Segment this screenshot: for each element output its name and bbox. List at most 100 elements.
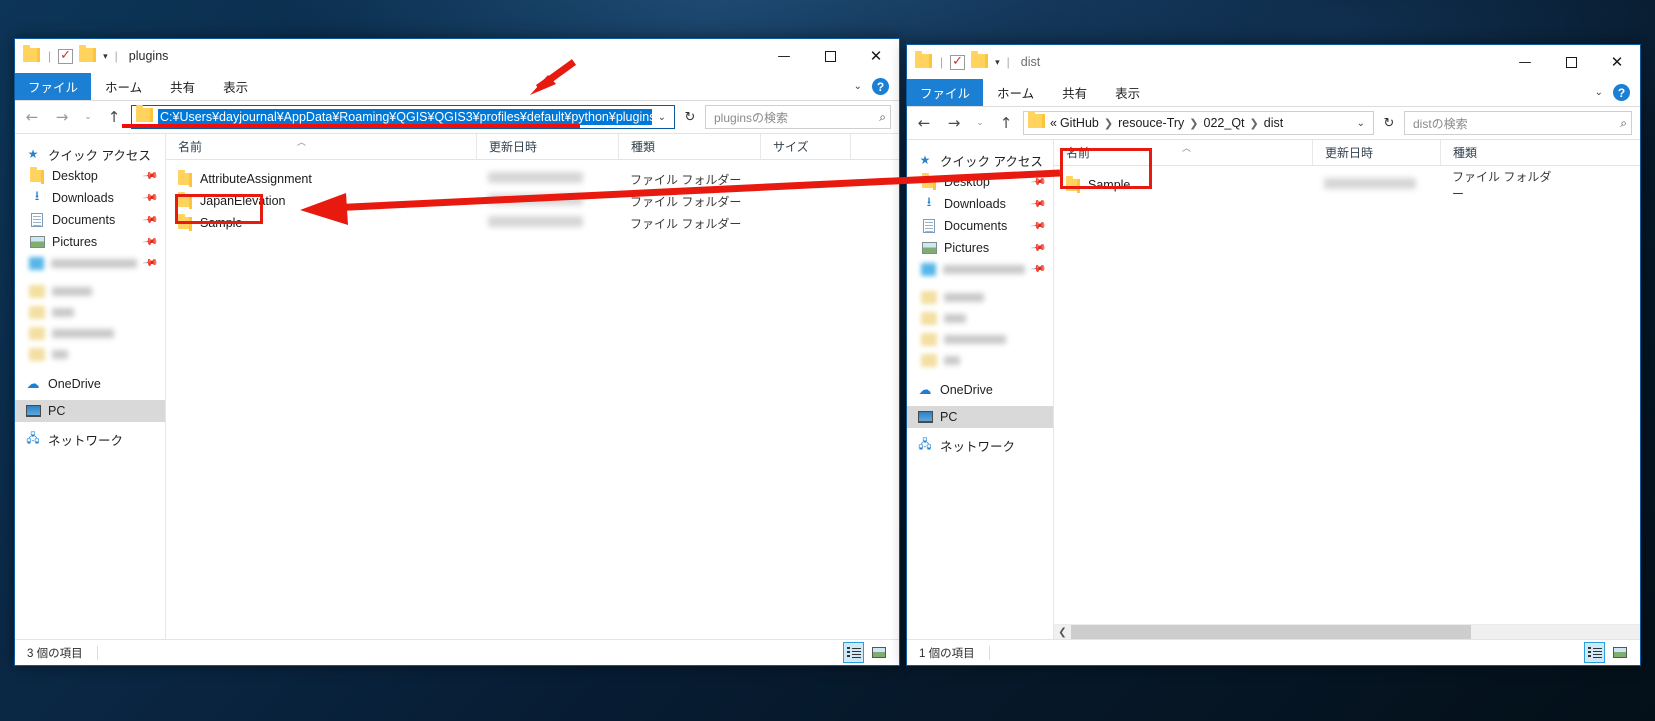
maximize-button-right[interactable] [1548, 45, 1594, 79]
close-button-right[interactable]: ✕ [1594, 45, 1640, 79]
navigation-pane-right[interactable]: ★ クイック アクセス Desktop 📌 ⭳ Downloads 📌 Docu… [907, 140, 1054, 639]
maximize-button-left[interactable] [807, 39, 853, 73]
search-input-left[interactable]: pluginsの検索 ⌕ [705, 105, 891, 129]
sidebar-item-redacted[interactable] [15, 302, 165, 323]
sidebar-item-redacted[interactable] [15, 281, 165, 302]
address-bar-left[interactable]: C:¥Users¥dayjournal¥AppData¥Roaming¥QGIS… [131, 104, 675, 129]
recent-locations-icon-left[interactable]: ⌄ [79, 105, 97, 129]
help-icon-right[interactable]: ? [1613, 84, 1630, 101]
sidebar-item-network-right[interactable]: 🖧 ネットワーク [907, 434, 1053, 456]
sidebar-item-documents-left[interactable]: Documents 📌 [15, 209, 165, 231]
refresh-button-right[interactable]: ↻ [1378, 111, 1400, 135]
up-button-right[interactable]: ↑ [993, 111, 1019, 135]
tab-share-left[interactable]: 共有 [156, 73, 209, 100]
explorer-window-dist[interactable]: | ▾ | dist — ✕ ファイル ホーム 共有 表示 ⌄ ? ← → ⌄ … [906, 44, 1641, 666]
pin-icon[interactable]: 📌 [141, 255, 158, 271]
column-date-right[interactable]: 更新日時 [1312, 139, 1440, 166]
address-dropdown-icon-left[interactable]: ⌄ [652, 112, 672, 123]
table-row[interactable]: Sample ファイル フォルダー [166, 212, 899, 234]
quick-access-toolbar-left[interactable]: | ▾ | [23, 45, 119, 64]
recent-locations-icon-right[interactable]: ⌄ [971, 111, 989, 135]
address-bar-right[interactable]: « GitHub ❯ resouce-Try ❯ 022_Qt ❯ dist ⌄ [1023, 110, 1374, 135]
column-date-left[interactable]: 更新日時 [476, 133, 618, 160]
sidebar-item-documents-right[interactable]: Documents 📌 [907, 215, 1053, 237]
ribbon-tabs-right[interactable]: ファイル ホーム 共有 表示 ⌄ ? [907, 79, 1640, 107]
explorer-window-plugins[interactable]: | ▾ | plugins — ✕ ファイル ホーム 共有 表示 ⌄ ? ← →… [14, 38, 900, 666]
help-icon-left[interactable]: ? [872, 78, 889, 95]
pin-icon[interactable]: 📌 [141, 190, 158, 206]
tab-view-right[interactable]: 表示 [1101, 79, 1154, 106]
tab-file-right[interactable]: ファイル [907, 79, 984, 106]
scrollbar-thumb[interactable] [1071, 625, 1471, 639]
column-size-left[interactable]: サイズ [760, 133, 850, 160]
column-name-left[interactable]: 名前 [166, 134, 476, 160]
breadcrumb-item-dist[interactable]: dist [1264, 116, 1283, 130]
sidebar-item-pc-left[interactable]: PC [15, 400, 165, 422]
address-text-left[interactable]: C:¥Users¥dayjournal¥AppData¥Roaming¥QGIS… [158, 109, 652, 125]
properties-icon[interactable] [950, 53, 966, 70]
scrollbar-track[interactable] [1471, 625, 1640, 639]
thumbnail-view-icon[interactable] [868, 642, 889, 663]
titlebar-right[interactable]: | ▾ | dist — ✕ [907, 45, 1640, 79]
sidebar-item-network-left[interactable]: 🖧 ネットワーク [15, 428, 165, 450]
forward-button-right[interactable]: → [941, 111, 967, 135]
sidebar-item-desktop-left[interactable]: Desktop 📌 [15, 165, 165, 187]
file-list-right[interactable]: 名前 更新日時 種類 ︿ Sample ファイル フォルダー ❮ [1054, 139, 1640, 639]
file-rows-left[interactable]: AttributeAssignment ファイル フォルダー JapanElev… [166, 160, 899, 639]
sidebar-item-onedrive-right[interactable]: ☁ OneDrive [907, 379, 1053, 401]
breadcrumb-item-resouce-try[interactable]: resouce-Try [1118, 116, 1184, 130]
pin-icon[interactable]: 📌 [141, 212, 158, 228]
sidebar-item-pc-right[interactable]: PC [907, 406, 1053, 428]
sidebar-item-pictures-right[interactable]: Pictures 📌 [907, 237, 1053, 259]
horizontal-scrollbar-right[interactable]: ❮ [1054, 624, 1640, 639]
minimize-button-right[interactable]: — [1502, 45, 1548, 79]
sidebar-item-redacted[interactable] [907, 287, 1053, 308]
pin-icon[interactable]: 📌 [1029, 196, 1046, 212]
search-icon-left[interactable]: ⌕ [879, 110, 886, 125]
pin-icon[interactable]: 📌 [1029, 240, 1046, 256]
tab-file-left[interactable]: ファイル [15, 73, 92, 100]
close-button-left[interactable]: ✕ [853, 39, 899, 73]
address-row-right[interactable]: ← → ⌄ ↑ « GitHub ❯ resouce-Try ❯ 022_Qt … [907, 107, 1640, 139]
pin-icon[interactable]: 📌 [1029, 261, 1046, 277]
column-headers-left[interactable]: 名前 更新日時 種類 サイズ ︿ [166, 133, 899, 160]
sidebar-item-redacted[interactable] [907, 350, 1053, 371]
ribbon-expand-icon-left[interactable]: ⌄ [854, 81, 862, 92]
column-extra-left[interactable] [850, 133, 890, 160]
nav-quick-access-left[interactable]: ★ クイック アクセス [15, 143, 165, 165]
scroll-left-icon[interactable]: ❮ [1054, 625, 1071, 639]
search-icon-right[interactable]: ⌕ [1620, 116, 1627, 131]
tab-share-right[interactable]: 共有 [1048, 79, 1101, 106]
table-row[interactable]: Sample ファイル フォルダー [1054, 170, 1640, 201]
table-row[interactable]: JapanElevation ファイル フォルダー [166, 190, 899, 212]
breadcrumb-item-github[interactable]: GitHub [1060, 116, 1099, 130]
sidebar-item-pictures-left[interactable]: Pictures 📌 [15, 231, 165, 253]
file-list-left[interactable]: 名前 更新日時 種類 サイズ ︿ AttributeAssignment ファイ… [166, 133, 899, 639]
sidebar-item-redacted[interactable] [15, 344, 165, 365]
sidebar-item-redacted[interactable]: 📌 [15, 253, 165, 274]
tab-home-left[interactable]: ホーム [91, 73, 156, 100]
properties-icon[interactable] [58, 47, 74, 64]
column-headers-right[interactable]: 名前 更新日時 種類 ︿ [1054, 139, 1640, 166]
view-buttons-right[interactable] [1584, 642, 1640, 663]
refresh-button-left[interactable]: ↻ [679, 105, 701, 129]
sidebar-item-redacted[interactable] [907, 329, 1053, 350]
up-button-left[interactable]: ↑ [101, 105, 127, 129]
sidebar-item-onedrive-left[interactable]: ☁ OneDrive [15, 373, 165, 395]
sidebar-item-desktop-right[interactable]: Desktop 📌 [907, 171, 1053, 193]
tab-home-right[interactable]: ホーム [983, 79, 1048, 106]
thumbnail-view-icon[interactable] [1609, 642, 1630, 663]
sidebar-item-redacted[interactable]: 📌 [907, 259, 1053, 280]
sidebar-item-redacted[interactable] [907, 308, 1053, 329]
ribbon-expand-icon-right[interactable]: ⌄ [1595, 87, 1603, 98]
chevron-down-icon[interactable]: ▾ [103, 51, 108, 62]
details-view-icon[interactable] [1584, 642, 1605, 663]
column-type-left[interactable]: 種類 [618, 133, 760, 160]
navigation-pane-left[interactable]: ★ クイック アクセス Desktop 📌 ⭳ Downloads 📌 Docu… [15, 134, 166, 639]
pin-icon[interactable]: 📌 [1029, 174, 1046, 190]
back-button-left[interactable]: ← [19, 105, 45, 129]
file-rows-right[interactable]: Sample ファイル フォルダー [1054, 166, 1640, 624]
chevron-down-icon[interactable]: ▾ [995, 57, 1000, 68]
breadcrumb-item-022qt[interactable]: 022_Qt [1204, 116, 1245, 130]
new-folder-icon[interactable] [971, 51, 989, 70]
